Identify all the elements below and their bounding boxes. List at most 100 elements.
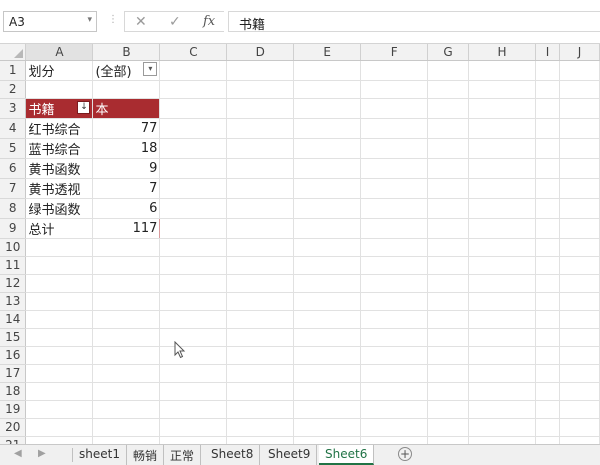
cell[interactable] bbox=[360, 382, 429, 401]
cell[interactable] bbox=[468, 346, 536, 365]
cell[interactable] bbox=[535, 274, 560, 293]
pivot-filter-label[interactable]: 划分 bbox=[25, 60, 94, 81]
pivot-item-value[interactable]: 6 bbox=[92, 198, 161, 219]
name-box[interactable]: A3 ▾ bbox=[3, 11, 97, 32]
pivot-item-name[interactable]: 红书综合 bbox=[25, 118, 94, 139]
chevron-down-icon[interactable]: ▾ bbox=[87, 15, 92, 25]
cell[interactable] bbox=[226, 274, 295, 293]
pivot-total-value[interactable]: 117 bbox=[92, 218, 161, 239]
cell[interactable] bbox=[293, 400, 362, 419]
cell[interactable] bbox=[468, 238, 536, 257]
column-header-f[interactable]: F bbox=[360, 44, 429, 61]
cell[interactable] bbox=[92, 310, 161, 329]
cell[interactable] bbox=[159, 382, 228, 401]
cell[interactable] bbox=[559, 400, 600, 419]
cell[interactable] bbox=[559, 418, 600, 437]
cell[interactable] bbox=[559, 238, 600, 257]
pivot-value-header[interactable]: 本 bbox=[92, 98, 161, 119]
row-header[interactable]: 15 bbox=[0, 328, 27, 347]
pivot-row-header-cell[interactable]: 书籍 ↓ bbox=[25, 98, 94, 119]
cell[interactable] bbox=[159, 400, 228, 419]
cell[interactable] bbox=[468, 328, 536, 347]
cell[interactable] bbox=[293, 382, 362, 401]
cell[interactable] bbox=[427, 310, 470, 329]
row-header[interactable]: 2 bbox=[0, 80, 27, 99]
cell[interactable] bbox=[468, 400, 536, 419]
row-header[interactable]: 5 bbox=[0, 138, 27, 159]
cell[interactable] bbox=[427, 328, 470, 347]
sort-filter-icon[interactable]: ↓ bbox=[77, 100, 91, 114]
row-header[interactable]: 18 bbox=[0, 382, 27, 401]
tab-sheet9[interactable]: Sheet9 bbox=[262, 445, 318, 465]
cell[interactable] bbox=[92, 292, 161, 311]
cell[interactable] bbox=[293, 310, 362, 329]
pivot-item-value[interactable]: 9 bbox=[92, 158, 161, 179]
column-header-e[interactable]: E bbox=[293, 44, 362, 61]
row-header[interactable]: 11 bbox=[0, 256, 27, 275]
cell[interactable] bbox=[535, 400, 560, 419]
cell[interactable] bbox=[427, 256, 470, 275]
cell[interactable] bbox=[25, 346, 94, 365]
cell[interactable] bbox=[535, 238, 560, 257]
cell[interactable] bbox=[535, 256, 560, 275]
cell[interactable] bbox=[427, 418, 470, 437]
cell[interactable] bbox=[360, 364, 429, 383]
formula-input[interactable]: 书籍 bbox=[228, 11, 600, 33]
cell[interactable] bbox=[226, 364, 295, 383]
cell[interactable] bbox=[92, 382, 161, 401]
cell[interactable] bbox=[468, 418, 536, 437]
cell[interactable] bbox=[25, 328, 94, 347]
column-header-b[interactable]: B bbox=[92, 44, 161, 61]
more-options-icon[interactable]: ⋮ bbox=[108, 14, 118, 25]
pivot-item-name[interactable]: 黄书透视 bbox=[25, 178, 94, 199]
tab-zhengchang[interactable]: 正常 bbox=[164, 445, 202, 465]
row-header[interactable]: 13 bbox=[0, 292, 27, 311]
scroll-tabs-right-icon[interactable]: ▶ bbox=[38, 448, 46, 459]
cell[interactable] bbox=[293, 364, 362, 383]
cell[interactable] bbox=[293, 256, 362, 275]
cell[interactable] bbox=[559, 310, 600, 329]
row-header[interactable]: 4 bbox=[0, 118, 27, 139]
cell[interactable] bbox=[360, 292, 429, 311]
pivot-item-name[interactable]: 绿书函数 bbox=[25, 198, 94, 219]
cell[interactable] bbox=[559, 364, 600, 383]
cell[interactable] bbox=[25, 310, 94, 329]
cell[interactable] bbox=[159, 292, 228, 311]
cell[interactable] bbox=[25, 256, 94, 275]
cell[interactable] bbox=[535, 346, 560, 365]
tab-changxiao[interactable]: 畅销 bbox=[127, 445, 165, 465]
cell[interactable] bbox=[360, 346, 429, 365]
cell[interactable] bbox=[226, 346, 295, 365]
column-header-g[interactable]: G bbox=[427, 44, 470, 61]
cell[interactable] bbox=[25, 292, 94, 311]
row-header[interactable]: 19 bbox=[0, 400, 27, 419]
cell[interactable] bbox=[468, 256, 536, 275]
cell[interactable] bbox=[159, 238, 228, 257]
cell[interactable] bbox=[360, 238, 429, 257]
scroll-tabs-left-icon[interactable]: ◀ bbox=[14, 448, 22, 459]
cell[interactable] bbox=[360, 256, 429, 275]
cancel-icon[interactable]: ✕ bbox=[135, 14, 147, 30]
cell[interactable] bbox=[360, 274, 429, 293]
pivot-total-label[interactable]: 总计 bbox=[25, 218, 94, 239]
cell[interactable] bbox=[427, 238, 470, 257]
column-header-i[interactable]: I bbox=[535, 44, 560, 61]
pivot-item-value[interactable]: 77 bbox=[92, 118, 161, 139]
cell[interactable] bbox=[427, 382, 470, 401]
cell[interactable] bbox=[159, 328, 228, 347]
cell[interactable] bbox=[293, 328, 362, 347]
cell[interactable] bbox=[293, 346, 362, 365]
cell[interactable] bbox=[427, 400, 470, 419]
cell[interactable] bbox=[226, 382, 295, 401]
cell[interactable] bbox=[559, 274, 600, 293]
cell[interactable] bbox=[468, 364, 536, 383]
cell[interactable] bbox=[25, 418, 94, 437]
enter-icon[interactable]: ✓ bbox=[169, 14, 181, 30]
cell[interactable] bbox=[25, 364, 94, 383]
add-sheet-icon[interactable]: + bbox=[398, 447, 412, 461]
cell[interactable] bbox=[468, 310, 536, 329]
tab-sheet8[interactable]: Sheet8 bbox=[205, 445, 261, 465]
tab-sheet1[interactable]: sheet1 bbox=[73, 445, 127, 465]
cell[interactable] bbox=[226, 310, 295, 329]
cell[interactable] bbox=[226, 418, 295, 437]
